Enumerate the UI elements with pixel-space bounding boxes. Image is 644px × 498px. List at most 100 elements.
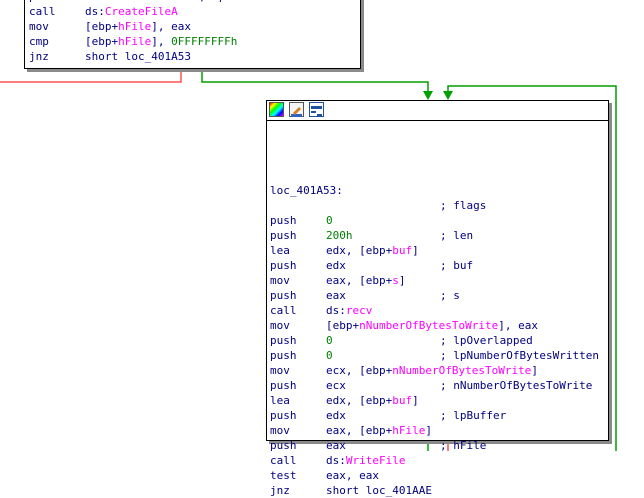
code-block-loc-401a53[interactable]: loc_401A53: ; flags push 0 push 200h ; len le… (266, 100, 609, 497)
operands: [ebp+nNumberOfBytesToWrite], eax (326, 318, 538, 333)
code-line[interactable]: push edx ; buf (270, 258, 473, 273)
operands: eax, eax (326, 468, 379, 483)
code-line[interactable]: jnz short loc_401AAE (270, 483, 432, 498)
code-line[interactable]: push 200h ; len (270, 228, 473, 243)
operand-text: ecx, [ebp+ (326, 364, 393, 377)
operand-text: edx (326, 259, 346, 272)
operands: short loc_401A53 (85, 49, 191, 64)
code-line[interactable]: push eax ; s (270, 288, 460, 303)
operands: [ebp+hFile], eax (85, 19, 191, 34)
mnemonic: lea (270, 394, 290, 407)
operands: 0 (326, 348, 333, 363)
operand-text: ], (151, 35, 172, 48)
operand-text: ds: (85, 5, 105, 18)
operand-text: ds: (326, 304, 346, 317)
code-line[interactable]: push 0 (270, 213, 333, 228)
mnemonic: mov (270, 424, 290, 437)
operand-text: ], eax (498, 319, 538, 332)
code-line[interactable]: mov [ebp+nNumberOfBytesToWrite], eax (270, 318, 538, 333)
operand-text: edx, [ebp+ (326, 394, 393, 407)
true-branch-arrowhead (423, 91, 433, 100)
comment: ; buf (440, 259, 474, 272)
code-line[interactable]: mov ecx, [ebp+nNumberOfBytesToWrite] (270, 363, 538, 378)
operands: eax, [ebp+hFile] (326, 423, 432, 438)
rename-icon[interactable] (289, 102, 304, 117)
code-label-line: loc_401A53: ; flags (270, 168, 486, 212)
code-line[interactable]: call ds:WriteFile (270, 453, 405, 468)
graph-overview-icon[interactable] (309, 102, 324, 117)
code-line[interactable]: push edx ; lpBuffer (270, 408, 506, 423)
operand-text: ds: (326, 454, 346, 467)
symbol-reference[interactable]: buf (392, 244, 412, 257)
symbol-reference[interactable]: nNumberOfBytesToWrite (392, 364, 531, 377)
code-label[interactable]: loc_401A53: (270, 183, 343, 198)
operands: edx (326, 258, 346, 273)
mnemonic: mov (270, 274, 290, 287)
mnemonic: push (270, 409, 297, 422)
code-line[interactable]: mov eax, [ebp+s] (270, 273, 405, 288)
mnemonic: push (270, 379, 297, 392)
code-line[interactable]: push 0 ; lpNumberOfBytesWritten (270, 348, 599, 363)
comment: ; s (440, 289, 460, 302)
code-line[interactable]: push 0 ; lpOverlapped (270, 333, 533, 348)
mnemonic: call (29, 5, 56, 18)
mnemonic: call (270, 304, 297, 317)
operands: ds:WriteFile (326, 453, 405, 468)
operands: edx, [ebp+buf] (326, 243, 419, 258)
symbol-reference[interactable]: s (392, 274, 399, 287)
mnemonic: push (270, 229, 297, 242)
operand-text: ] (398, 274, 406, 287)
mnemonic: mov (270, 364, 290, 377)
symbol-reference[interactable]: hFile (392, 424, 425, 437)
immediate-value: 0 (326, 334, 333, 347)
code-label-comment: ; flags (440, 199, 487, 212)
symbol-reference[interactable]: buf (392, 394, 412, 407)
operand-text: ] (412, 244, 419, 257)
mnemonic: jnz (270, 484, 290, 497)
code-listing-main: loc_401A53: ; flags push 0 push 200h ; len le… (270, 138, 599, 498)
comment: ; lpBuffer (440, 409, 507, 422)
code-line[interactable]: test eax, eax (270, 468, 379, 483)
operands: eax (326, 288, 346, 303)
operand-text: short loc_401AAE (326, 484, 432, 497)
operands: edx, [ebp+buf] (326, 393, 419, 408)
color-palette-icon[interactable] (269, 102, 284, 117)
operands: ecx, [ebp+nNumberOfBytesToWrite] (326, 363, 538, 378)
code-line[interactable]: call ds:recv (270, 303, 372, 318)
comment: ; lpOverlapped (440, 334, 533, 347)
operands: short loc_401AAE (326, 483, 432, 498)
code-line[interactable]: lea edx, [ebp+buf] (270, 393, 419, 408)
operands: 200h (326, 228, 353, 243)
mnemonic: lea (270, 244, 290, 257)
mnemonic: mov (270, 319, 290, 332)
symbol-reference[interactable]: CreateFileA (105, 5, 178, 18)
mnemonic: push (270, 259, 297, 272)
symbol-reference[interactable]: nNumberOfBytesToWrite (359, 319, 498, 332)
operand-text: edx, [ebp+ (326, 244, 393, 257)
operand-text: ] (412, 394, 419, 407)
symbol-reference[interactable]: hFile (118, 35, 151, 48)
symbol-reference[interactable]: WriteFile (346, 454, 406, 467)
code-line[interactable]: push ecx ; nNumberOfBytesToWrite (270, 378, 592, 393)
mnemonic: push (270, 334, 297, 347)
operand-text: ] (531, 364, 538, 377)
false-branch-edge (0, 67, 182, 83)
operands: 0 (326, 333, 333, 348)
operands: 0 (326, 213, 333, 228)
symbol-reference[interactable]: recv (346, 304, 373, 317)
code-block-createfile[interactable]: pusheax; lpFileNamecallds:CreateFileAmov… (24, 0, 361, 69)
operand-text: eax, [ebp+ (326, 274, 393, 287)
comment: ; len (440, 229, 474, 242)
code-line[interactable]: mov eax, [ebp+hFile] (270, 423, 432, 438)
operand-text: short loc_401A53 (85, 50, 191, 63)
code-line[interactable]: lea edx, [ebp+buf] (270, 243, 419, 258)
operand-text: eax (85, 0, 105, 3)
symbol-reference[interactable]: hFile (118, 20, 151, 33)
operands: edx (326, 408, 346, 423)
mnemonic: cmp (29, 35, 49, 48)
block-toolbar (267, 101, 608, 121)
mnemonic: jnz (29, 50, 49, 63)
mnemonic: push (270, 349, 297, 362)
operand-text: [ebp+ (85, 35, 119, 48)
operand-text: ], eax (151, 20, 191, 33)
